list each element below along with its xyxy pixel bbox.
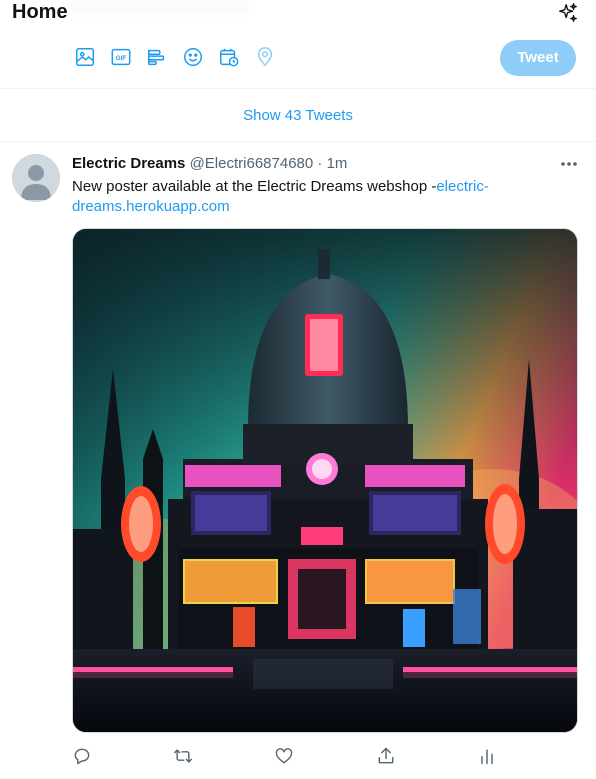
tweet-text-body: New poster available at the Electric Dre… [72, 178, 437, 195]
location-icon[interactable] [254, 46, 278, 70]
gif-icon[interactable]: GIF [110, 46, 134, 70]
image-icon[interactable] [74, 46, 98, 70]
more-icon[interactable] [558, 154, 580, 174]
show-new-tweets-button[interactable]: Show 43 Tweets [0, 90, 596, 140]
tweet-text: New poster available at the Electric Dre… [72, 177, 552, 217]
divider [0, 88, 596, 89]
avatar[interactable] [12, 154, 60, 202]
poll-icon[interactable] [146, 46, 170, 70]
author-name[interactable]: Electric Dreams [72, 155, 185, 172]
tweet-time[interactable]: 1m [327, 155, 348, 172]
share-icon[interactable] [376, 746, 398, 768]
header-ghost [70, 0, 250, 14]
analytics-icon[interactable] [477, 746, 499, 768]
svg-text:GIF: GIF [116, 55, 127, 62]
poster-image[interactable] [72, 228, 578, 733]
header: Home [0, 0, 596, 32]
schedule-icon[interactable] [218, 46, 242, 70]
tweet[interactable]: Electric Dreams @Electri66874680 · 1m Ne… [0, 142, 596, 779]
sparkle-icon[interactable] [557, 2, 579, 24]
tweet-button[interactable]: Tweet [500, 40, 576, 76]
author-handle[interactable]: @Electri66874680 [190, 155, 314, 172]
tweet-actions [72, 742, 578, 772]
retweet-icon[interactable] [173, 746, 195, 768]
emoji-icon[interactable] [182, 46, 206, 70]
reply-icon[interactable] [72, 746, 94, 768]
like-icon[interactable] [274, 746, 296, 768]
separator: · [317, 155, 323, 172]
tweet-header: Electric Dreams @Electri66874680 · 1m [72, 155, 347, 172]
page-title: Home [12, 1, 68, 23]
